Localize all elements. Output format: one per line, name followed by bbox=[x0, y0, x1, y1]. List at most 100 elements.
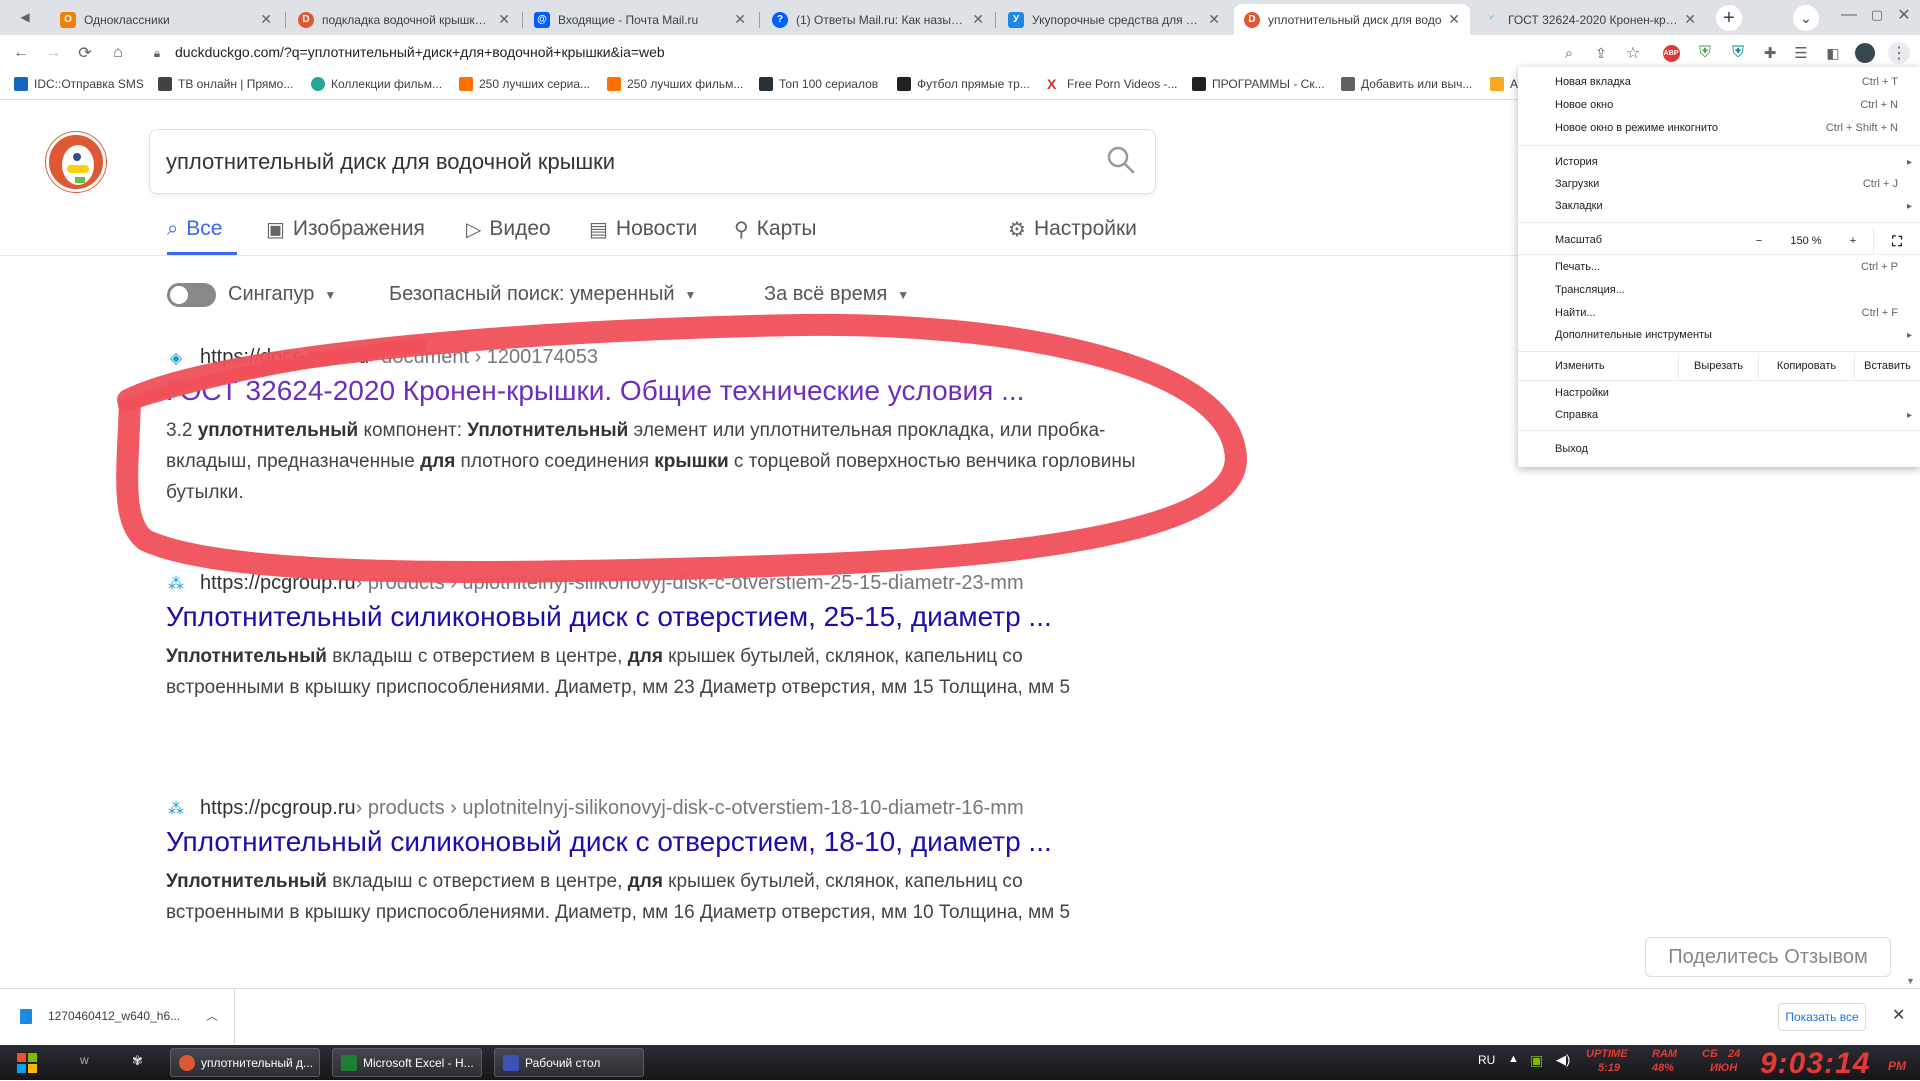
bookmark-item[interactable]: 250 лучших сериа... bbox=[459, 77, 590, 91]
shield-icon[interactable]: ⛨ bbox=[1727, 42, 1749, 64]
menu-new-tab[interactable]: Новая вкладка Ctrl + T bbox=[1518, 71, 1920, 93]
menu-more-tools[interactable]: Дополнительные инструменты ▸ bbox=[1518, 324, 1920, 346]
menu-history[interactable]: История ▸ bbox=[1518, 151, 1920, 173]
region-dropdown[interactable]: Сингапур ▼ bbox=[228, 283, 336, 306]
copy-button[interactable]: Копировать bbox=[1758, 354, 1854, 378]
adblock-icon[interactable]: ABP bbox=[1660, 42, 1682, 64]
tray-arrow-icon[interactable]: ▲ bbox=[1508, 1053, 1519, 1065]
taskbar-excel[interactable]: Microsoft Excel - Н... bbox=[332, 1048, 482, 1077]
menu-find[interactable]: Найти... Ctrl + F bbox=[1518, 302, 1920, 324]
close-icon[interactable]: ✕ bbox=[1892, 1005, 1905, 1025]
new-tab-plus-icon[interactable]: + bbox=[1716, 5, 1742, 31]
scroll-down-arrow-icon[interactable]: ▼ bbox=[1906, 976, 1915, 986]
zoom-icon[interactable]: ⌕ bbox=[1558, 42, 1580, 64]
result-title-link[interactable]: ГОСТ 32624-2020 Кронен-крышки. Общие тех… bbox=[166, 375, 1136, 407]
address-bar[interactable]: duckduckgo.com/?q=уплотнительный+диск+дл… bbox=[175, 44, 665, 60]
cut-button[interactable]: Вырезать bbox=[1678, 354, 1758, 378]
close-icon[interactable]: ✕ bbox=[734, 11, 746, 28]
chevron-up-icon[interactable]: ︿ bbox=[206, 1007, 218, 1024]
media-queue-icon[interactable]: ☰ bbox=[1790, 42, 1812, 64]
download-item[interactable]: 1270460412_w640_h6... ︿ bbox=[0, 989, 235, 1045]
close-icon[interactable]: ✕ bbox=[1448, 11, 1460, 28]
language-indicator[interactable]: RU bbox=[1478, 1053, 1495, 1067]
region-toggle[interactable] bbox=[167, 283, 216, 307]
tab-odnoklassniki[interactable]: О Одноклассники ✕ bbox=[50, 4, 282, 35]
bookmark-item[interactable]: X Free Porn Videos -... bbox=[1047, 77, 1178, 91]
zoom-out-button[interactable]: − bbox=[1748, 231, 1770, 251]
taskbar-desktop[interactable]: Рабочий стол bbox=[494, 1048, 644, 1077]
bookmark-star-icon[interactable]: ☆ bbox=[1622, 42, 1644, 64]
zoom-in-button[interactable]: + bbox=[1842, 231, 1864, 251]
result-url[interactable]: ⁂ https://pcgroup.ru › products › uplotn… bbox=[166, 572, 1146, 595]
tab-mail-inbox[interactable]: @ Входящие - Почта Mail.ru ✕ bbox=[524, 4, 756, 35]
close-icon[interactable]: ✕ bbox=[972, 11, 984, 28]
volume-icon[interactable]: ◀︎) bbox=[1556, 1052, 1570, 1068]
start-windows-icon[interactable] bbox=[10, 1049, 44, 1077]
paste-button[interactable]: Вставить bbox=[1854, 354, 1920, 378]
network-icon[interactable]: ▣ bbox=[1530, 1052, 1543, 1069]
close-icon[interactable]: ✕ bbox=[1684, 11, 1696, 28]
forward-arrow-icon[interactable]: → bbox=[42, 42, 64, 64]
bookmark-item[interactable]: A bbox=[1490, 77, 1518, 91]
bookmark-item[interactable]: Коллекции фильм... bbox=[311, 77, 442, 91]
bookmark-item[interactable]: 250 лучших фильм... bbox=[607, 77, 743, 91]
bookmark-item[interactable]: ТВ онлайн | Прямо... bbox=[158, 77, 293, 91]
tab-video[interactable]: ▷ Видео bbox=[466, 214, 551, 244]
menu-settings[interactable]: Настройки bbox=[1518, 382, 1920, 404]
bookmark-item[interactable]: IDC::Отправка SMS bbox=[14, 77, 144, 91]
minimize-icon[interactable]: — bbox=[1838, 4, 1860, 26]
close-window-icon[interactable]: ✕ bbox=[1893, 4, 1915, 26]
tab-news[interactable]: ▤ Новости bbox=[589, 214, 697, 244]
tab-gost[interactable]: ◜ ГОСТ 32624-2020 Кронен-крыш ✕ bbox=[1474, 4, 1706, 35]
share-icon[interactable]: ⇪ bbox=[1590, 42, 1612, 64]
menu-print[interactable]: Печать... Ctrl + P bbox=[1518, 256, 1920, 278]
back-arrow-icon[interactable]: ← bbox=[10, 42, 32, 64]
result-url[interactable]: ⁂ https://pcgroup.ru › products › uplotn… bbox=[166, 797, 1146, 820]
close-icon[interactable]: ✕ bbox=[1208, 11, 1220, 28]
taskbar-chrome[interactable]: уплотнительный д... bbox=[170, 1048, 320, 1077]
shield-check-icon[interactable]: ⛨ bbox=[1694, 42, 1716, 64]
menu-downloads[interactable]: Загрузки Ctrl + J bbox=[1518, 173, 1920, 195]
duckduckgo-logo[interactable] bbox=[46, 132, 106, 192]
menu-bookmarks[interactable]: Закладки ▸ bbox=[1518, 195, 1920, 217]
tab-ukuporochnye[interactable]: У Укупорочные средства для вод ✕ bbox=[998, 4, 1230, 35]
reload-icon[interactable]: ⟳ bbox=[74, 42, 96, 64]
bookmark-item[interactable]: Топ 100 сериалов bbox=[759, 77, 878, 91]
close-icon[interactable]: ✕ bbox=[260, 11, 272, 28]
tab-images[interactable]: ▣ Изображения bbox=[266, 214, 425, 244]
show-all-button[interactable]: Показать все bbox=[1778, 1003, 1866, 1031]
fullscreen-icon[interactable]: ⛶ bbox=[1873, 227, 1920, 255]
tab-otvety-mail[interactable]: ? (1) Ответы Mail.ru: Как называе ✕ bbox=[762, 4, 994, 35]
side-panel-icon[interactable]: ◧ bbox=[1822, 42, 1844, 64]
close-icon[interactable]: ✕ bbox=[498, 11, 510, 28]
quicklaunch-icon[interactable]: ✾ bbox=[132, 1053, 143, 1069]
tab-settings[interactable]: ⚙ Настройки bbox=[1008, 214, 1137, 244]
search-icon[interactable] bbox=[1105, 144, 1137, 176]
tab-ddg-search-1[interactable]: D подкладка водочной крышки ат ✕ bbox=[288, 4, 520, 35]
tab-search-chevron-icon[interactable]: ⌄ bbox=[1793, 5, 1819, 31]
menu-exit[interactable]: Выход bbox=[1518, 438, 1920, 460]
feedback-button[interactable]: Поделитесь Отзывом bbox=[1645, 937, 1891, 977]
bookmark-item[interactable]: ПРОГРАММЫ - Ск... bbox=[1192, 77, 1325, 91]
menu-help[interactable]: Справка ▸ bbox=[1518, 404, 1920, 426]
avatar[interactable] bbox=[1854, 42, 1876, 64]
tab-search-icon[interactable]: ◀ bbox=[14, 6, 36, 28]
bookmark-item[interactable]: Добавить или выч... bbox=[1341, 77, 1472, 91]
clock[interactable]: 9:03:14 bbox=[1760, 1047, 1870, 1081]
menu-incognito[interactable]: Новое окно в режиме инкогнито Ctrl + Shif… bbox=[1518, 117, 1920, 139]
result-title-link[interactable]: Уплотнительный силиконовый диск с отверс… bbox=[166, 826, 1136, 858]
extensions-puzzle-icon[interactable]: ✚ bbox=[1759, 42, 1781, 64]
time-dropdown[interactable]: За всё время ▼ bbox=[764, 283, 909, 306]
quicklaunch-icon[interactable]: w bbox=[80, 1053, 89, 1067]
tab-all[interactable]: ⌕ Все bbox=[167, 214, 222, 244]
search-box[interactable]: уплотнительный диск для водочной крышки bbox=[149, 129, 1156, 194]
search-input[interactable]: уплотнительный диск для водочной крышки bbox=[166, 149, 615, 175]
home-icon[interactable]: ⌂ bbox=[107, 42, 129, 64]
tab-ddg-search-active[interactable]: D уплотнительный диск для водо ✕ bbox=[1234, 4, 1470, 35]
menu-cast[interactable]: Трансляция... bbox=[1518, 279, 1920, 301]
result-url[interactable]: ◈ https://docs.cntd.ru › document › 1200… bbox=[166, 346, 1146, 369]
tab-maps[interactable]: ⚲ Карты bbox=[734, 214, 817, 244]
safe-search-dropdown[interactable]: Безопасный поиск: умеренный ▼ bbox=[389, 283, 696, 306]
bookmark-item[interactable]: Футбол прямые тр... bbox=[897, 77, 1030, 91]
menu-new-window[interactable]: Новое окно Ctrl + N bbox=[1518, 94, 1920, 116]
